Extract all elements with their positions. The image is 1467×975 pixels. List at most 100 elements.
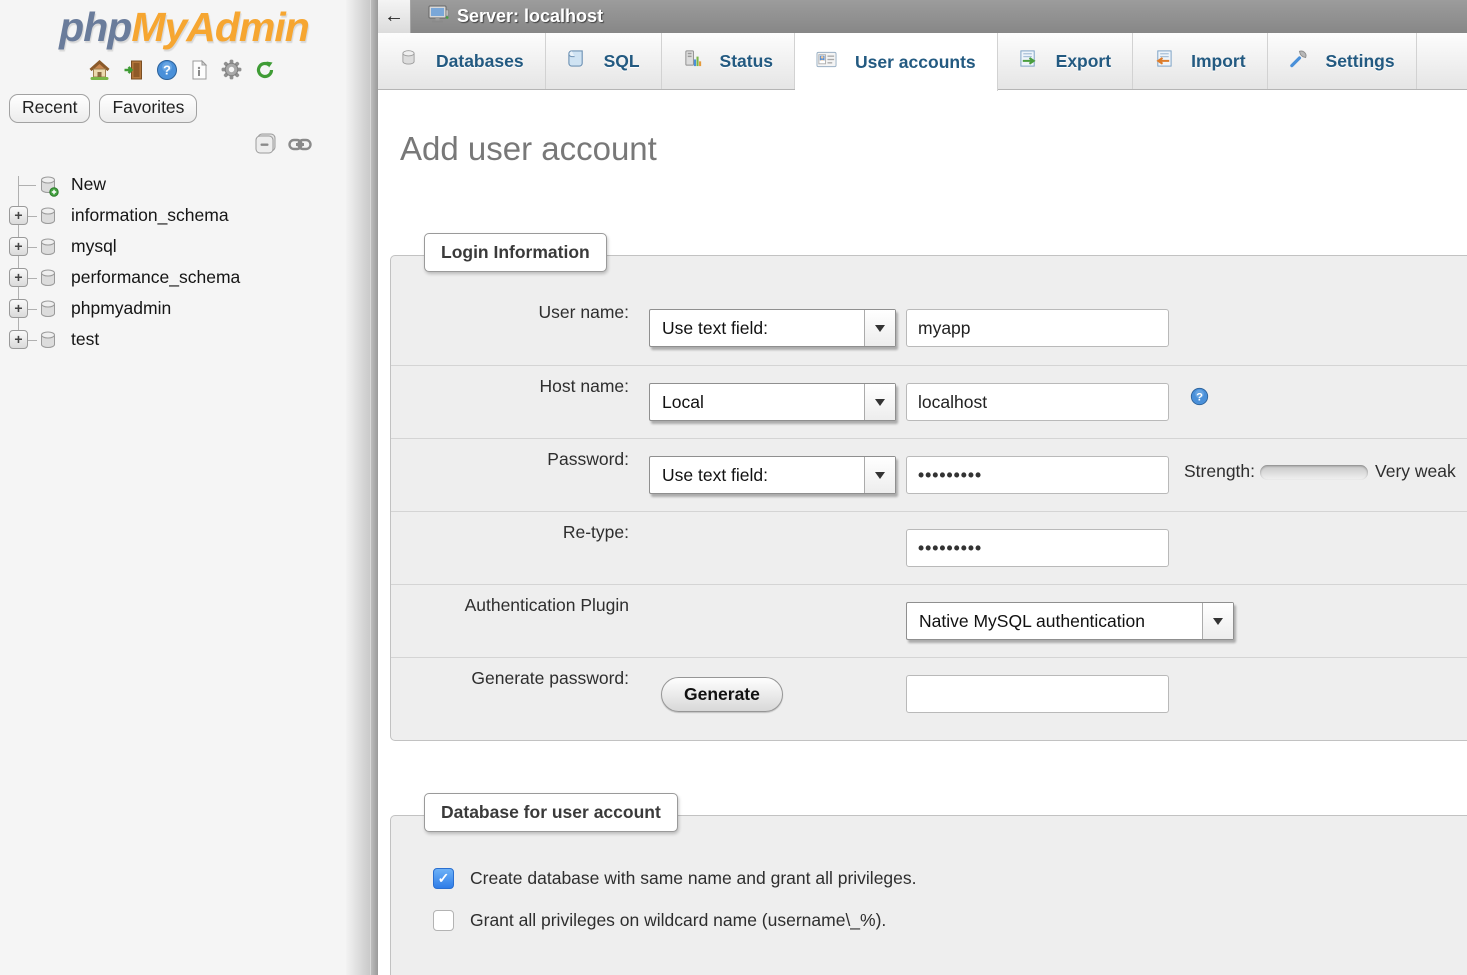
hostname-type-select[interactable]: Local — [649, 383, 896, 421]
svg-text:?: ? — [163, 62, 171, 77]
expand-icon[interactable]: + — [9, 330, 28, 349]
create-database-label: Create database with same name and grant… — [470, 868, 917, 889]
password-label: Password: — [391, 449, 629, 470]
tree-stub — [28, 216, 37, 217]
database-for-user-fieldset: Database for user account ✓ Create datab… — [390, 815, 1467, 975]
expand-icon[interactable]: + — [9, 268, 28, 287]
password-type-select[interactable]: Use text field: — [649, 456, 896, 494]
retype-password-input[interactable] — [906, 529, 1169, 567]
expand-icon[interactable]: + — [9, 299, 28, 318]
tree-stub — [19, 185, 36, 186]
tree-item-label: New — [71, 174, 106, 195]
select-arrow-box[interactable] — [864, 310, 895, 346]
selected-option: Native MySQL authentication — [907, 603, 1202, 639]
username-input[interactable] — [906, 309, 1169, 347]
tab-import[interactable]: Import — [1133, 33, 1267, 89]
logo-part-php: php — [59, 4, 131, 50]
hostname-row: Host name: Local ? — [391, 365, 1467, 438]
database-icon — [37, 206, 59, 233]
recent-button[interactable]: Recent — [9, 94, 90, 123]
hostname-input[interactable] — [906, 383, 1169, 421]
home-icon[interactable] — [88, 59, 111, 81]
create-database-checkbox[interactable]: ✓ — [433, 868, 454, 889]
password-strength: Strength: Very weak — [1184, 461, 1456, 482]
password-row: Password: Use text field: Strength: Very… — [391, 438, 1467, 511]
login-information-fieldset: Login Information User name: Use text fi… — [390, 255, 1467, 741]
password-input[interactable] — [906, 456, 1169, 494]
tab-user-accounts[interactable]: User accounts — [795, 33, 998, 91]
tab-sql[interactable]: SQL — [546, 33, 662, 89]
tree-item-database[interactable]: + phpmyadmin — [0, 294, 346, 325]
svg-text:?: ? — [1196, 391, 1203, 403]
tab-status[interactable]: Status — [662, 33, 795, 89]
retype-label: Re-type: — [391, 522, 629, 543]
tree-item-new[interactable]: New — [0, 170, 346, 201]
select-arrow-box[interactable] — [864, 384, 895, 420]
strength-meter — [1260, 465, 1368, 480]
sidebar: phpMyAdmin ? Recent Favorites New + info… — [0, 0, 346, 975]
auth-plugin-select[interactable]: Native MySQL authentication — [906, 602, 1234, 640]
tab-export[interactable]: Export — [998, 33, 1133, 89]
tree-controls — [0, 132, 346, 162]
tree-item-label: mysql — [71, 236, 117, 257]
exit-icon[interactable] — [122, 59, 145, 81]
tree-stub — [28, 340, 37, 341]
gear-icon[interactable] — [220, 58, 243, 81]
tab-label: User accounts — [855, 52, 976, 73]
username-row: User name: Use text field: — [391, 292, 1467, 365]
tree-stub — [28, 278, 37, 279]
refresh-icon[interactable] — [254, 59, 276, 81]
login-information-legend: Login Information — [424, 233, 607, 272]
tree-stub — [28, 247, 37, 248]
panel-divider[interactable] — [370, 0, 378, 975]
expand-icon[interactable]: + — [9, 206, 28, 225]
tree-item-database[interactable]: + information_schema — [0, 201, 346, 232]
check-icon: ✓ — [438, 870, 450, 887]
favorites-button[interactable]: Favorites — [99, 94, 197, 123]
collapse-all-icon[interactable] — [254, 132, 279, 162]
chevron-down-icon — [1213, 618, 1223, 625]
generate-button[interactable]: Generate — [661, 677, 783, 712]
database-icon — [37, 330, 59, 357]
help-icon[interactable]: ? — [156, 59, 178, 81]
tab-label: Import — [1191, 51, 1245, 72]
tab-bar: Databases SQL Status User accounts Expor… — [378, 33, 1467, 90]
hostname-label: Host name: — [391, 376, 629, 397]
tab-settings[interactable]: Settings — [1268, 33, 1417, 89]
grant-wildcard-checkbox[interactable] — [433, 910, 454, 931]
link-with-main-panel-icon[interactable] — [288, 137, 312, 157]
sidebar-scroll-strip[interactable] — [346, 0, 370, 975]
server-strip: Server: localhost — [411, 0, 1467, 33]
select-arrow-box[interactable] — [864, 457, 895, 493]
import-icon — [1154, 49, 1173, 73]
retype-row: Re-type: — [391, 511, 1467, 584]
username-type-select[interactable]: Use text field: — [649, 309, 896, 347]
back-button[interactable]: ← — [378, 0, 411, 33]
database-icon — [37, 268, 59, 295]
new-database-icon — [37, 175, 59, 202]
tab-label: SQL — [604, 51, 640, 72]
tab-databases[interactable]: Databases — [378, 33, 546, 89]
tab-label: Settings — [1326, 51, 1395, 72]
tree-stub — [28, 309, 37, 310]
tab-label: Databases — [436, 51, 524, 72]
strength-text: Very weak — [1375, 461, 1456, 482]
sidebar-nav-icons: ? — [0, 58, 346, 81]
server-topbar: ← Server: localhost — [378, 0, 1467, 33]
sidebar-quick-buttons: Recent Favorites — [9, 94, 346, 123]
select-arrow-box[interactable] — [1202, 603, 1233, 639]
tree-item-database[interactable]: + mysql — [0, 232, 346, 263]
sql-icon — [567, 49, 586, 73]
grant-wildcard-label: Grant all privileges on wildcard name (u… — [470, 910, 886, 931]
status-icon — [683, 49, 702, 73]
tree-item-database[interactable]: + performance_schema — [0, 263, 346, 294]
tree-item-database[interactable]: + test — [0, 325, 346, 356]
expand-icon[interactable]: + — [9, 237, 28, 256]
phpmyadmin-logo: phpMyAdmin — [0, 4, 346, 51]
help-icon[interactable]: ? — [1190, 387, 1209, 411]
selected-option: Local — [650, 384, 864, 420]
generate-password-label: Generate password: — [391, 668, 629, 689]
database-icon — [37, 237, 59, 264]
docs-icon[interactable] — [189, 59, 209, 81]
generated-password-input[interactable] — [906, 675, 1169, 713]
